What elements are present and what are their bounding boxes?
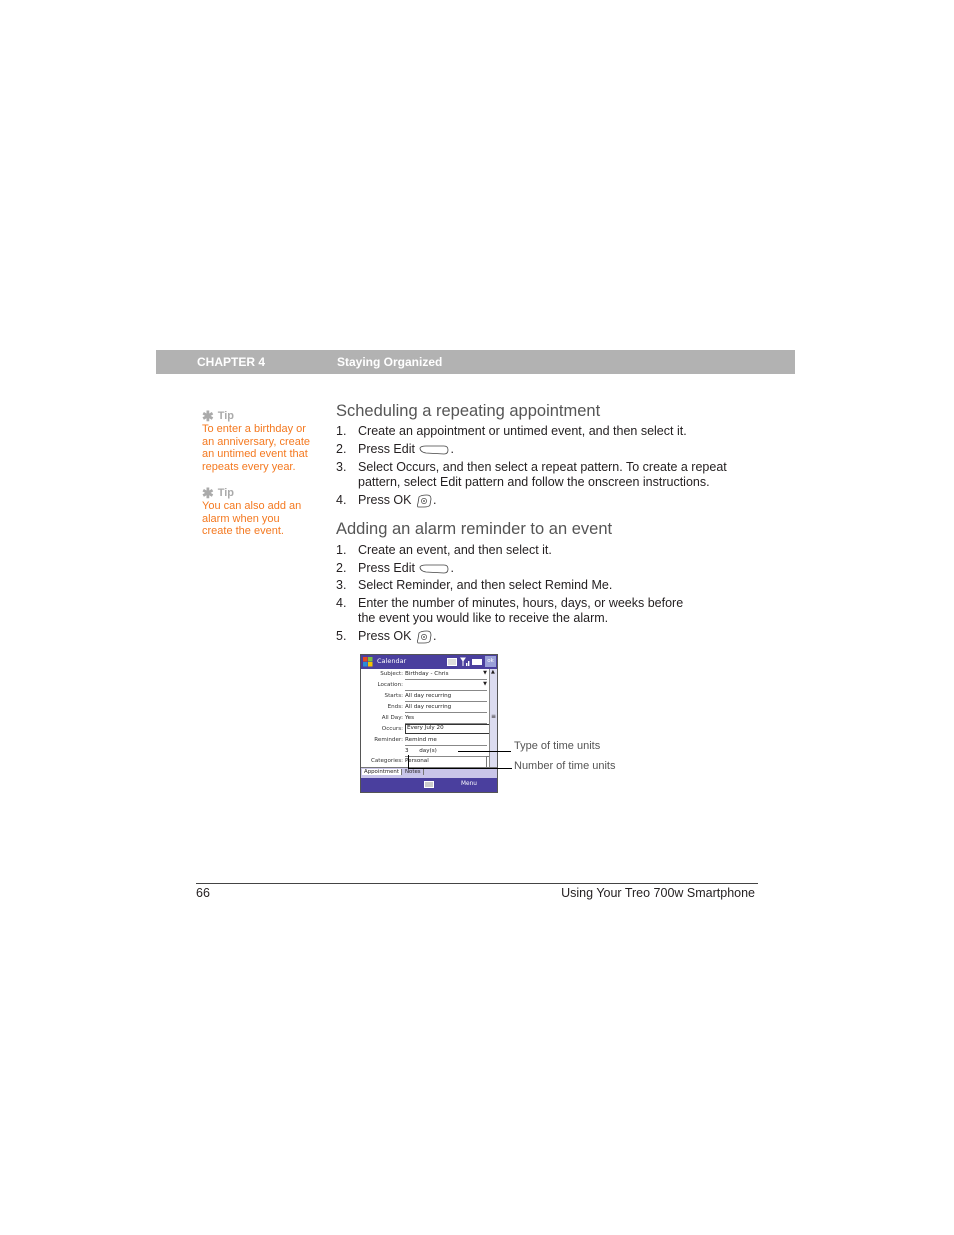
field-label: Starts: bbox=[384, 693, 403, 699]
step-text: Press Edit bbox=[358, 442, 415, 456]
field-value[interactable]: All day recurring bbox=[405, 693, 487, 699]
step-suffix: . bbox=[432, 629, 437, 643]
step-text: Select Reminder, and then select Remind … bbox=[358, 578, 613, 592]
step-suffix: . bbox=[432, 493, 437, 507]
chapter-header-bar: CHAPTER 4 Staying Organized bbox=[156, 350, 795, 374]
tip-line: create the event. bbox=[202, 525, 284, 538]
tab-notes[interactable]: Notes bbox=[403, 769, 424, 775]
menu-button[interactable]: Menu bbox=[461, 781, 477, 787]
field-value[interactable]: All day recurring bbox=[405, 704, 487, 710]
callout-line-type bbox=[458, 751, 511, 752]
section-heading-repeating: Scheduling a repeating appointment bbox=[336, 402, 601, 420]
callout-line-number-vertical bbox=[408, 755, 409, 769]
step-number: 1. bbox=[336, 543, 347, 557]
field-label: Subject: bbox=[380, 671, 403, 677]
field-location[interactable]: Location: ▼ bbox=[361, 680, 489, 691]
step-number: 1. bbox=[336, 424, 347, 438]
callout-line-number bbox=[408, 768, 512, 769]
step-number: 2. bbox=[336, 561, 347, 575]
step-text: Press OK bbox=[358, 629, 412, 643]
asterisk-icon: ✱ bbox=[202, 408, 214, 424]
field-label: Location: bbox=[377, 682, 403, 688]
device-app-title: Calendar bbox=[377, 657, 407, 665]
field-value[interactable]: Personal bbox=[405, 758, 487, 764]
calendar-device-screenshot: Calendar ok Subject: Birthday - Chris ▼ Lo… bbox=[360, 654, 498, 793]
dropdown-arrow-icon[interactable]: ▼ bbox=[483, 681, 487, 687]
keyboard-icon[interactable] bbox=[424, 781, 434, 788]
tab-appointment[interactable]: Appointment bbox=[362, 769, 402, 775]
tip-alarm: ✱ Tip You can also add an alarm when you … bbox=[202, 486, 320, 538]
field-value[interactable]: Every July 20 bbox=[405, 724, 490, 734]
step-suffix: . bbox=[450, 561, 454, 575]
asterisk-icon: ✱ bbox=[202, 485, 214, 501]
tip-line: To enter a birthday or bbox=[202, 423, 306, 435]
step-text: pattern, select Edit pattern and follow … bbox=[358, 475, 710, 489]
footer-divider bbox=[196, 883, 758, 884]
step-text: Press Edit bbox=[358, 561, 415, 575]
edit-key-icon bbox=[420, 445, 449, 455]
field-label: Reminder: bbox=[374, 737, 403, 743]
step-number: 5. bbox=[336, 629, 347, 643]
tip-text: To enter a birthday or an anniversary, c… bbox=[202, 423, 320, 473]
field-reminder[interactable]: Reminder: Remind me bbox=[361, 735, 489, 746]
tip-line: an untimed event that bbox=[202, 448, 308, 461]
dropdown-arrow-icon[interactable]: ▼ bbox=[483, 670, 487, 676]
scroll-up-icon[interactable]: ▲ bbox=[491, 669, 495, 675]
field-all-day[interactable]: All Day: Yes bbox=[361, 713, 489, 724]
ok-button[interactable]: ok bbox=[485, 656, 496, 667]
step-text: Enter the number of minutes, hours, days… bbox=[358, 596, 684, 610]
tip-text: You can also add an alarm when you creat… bbox=[202, 500, 320, 538]
field-ends[interactable]: Ends: All day recurring bbox=[361, 702, 489, 713]
signal-icon bbox=[460, 657, 470, 666]
step-text: Select Occurs, and then select a repeat … bbox=[358, 460, 727, 474]
field-occurs[interactable]: Occurs: Every July 20 bbox=[361, 724, 490, 735]
page-number: 66 bbox=[196, 886, 210, 900]
field-label: All Day: bbox=[381, 715, 403, 721]
tip-line: an anniversary, create bbox=[202, 435, 311, 448]
edit-key-icon bbox=[420, 564, 449, 574]
field-label: Ends: bbox=[387, 704, 403, 710]
tip-line: You can also add an bbox=[202, 500, 302, 512]
chapter-label: CHAPTER 4 bbox=[197, 355, 266, 369]
device-title-bar: Calendar ok bbox=[361, 655, 497, 669]
step-number: 4. bbox=[336, 493, 347, 507]
step-suffix: . bbox=[450, 442, 454, 456]
tip-heading: Tip bbox=[217, 487, 235, 499]
book-title: Using Your Treo 700w Smartphone bbox=[561, 886, 755, 900]
tip-line: alarm when you bbox=[202, 512, 280, 525]
battery-icon bbox=[472, 659, 482, 665]
step-number: 2. bbox=[336, 442, 347, 456]
tip-birthday: ✱ Tip To enter a birthday or an anniversa… bbox=[202, 409, 320, 473]
section-heading-alarm: Adding an alarm reminder to an event bbox=[336, 520, 613, 538]
windows-start-icon[interactable] bbox=[363, 657, 373, 667]
field-label: Occurs: bbox=[381, 726, 403, 732]
tip-line: repeats every year. bbox=[202, 460, 296, 473]
ok-key-icon bbox=[417, 630, 432, 644]
step-number: 3. bbox=[336, 460, 347, 474]
field-starts[interactable]: Starts: All day recurring bbox=[361, 691, 489, 702]
step-text: Press OK bbox=[358, 493, 412, 507]
device-menu-bar: Menu bbox=[361, 778, 497, 792]
chapter-title: Staying Organized bbox=[337, 355, 443, 369]
tip-heading: Tip bbox=[217, 410, 235, 422]
field-value[interactable]: Yes bbox=[405, 715, 487, 721]
callout-type-of-time-units: Type of time units bbox=[514, 740, 601, 752]
field-value[interactable]: Remind me bbox=[405, 737, 487, 743]
callout-number-of-time-units: Number of time units bbox=[514, 760, 616, 772]
phone-status-icon bbox=[447, 658, 457, 666]
field-value[interactable]: Birthday - Chris bbox=[405, 671, 487, 677]
ok-key-icon bbox=[417, 494, 432, 508]
step-text: the event you would like to receive the … bbox=[358, 611, 609, 625]
device-scrollbar[interactable]: ▲ ≡ bbox=[489, 669, 497, 767]
step-text: Create an event, and then select it. bbox=[358, 543, 552, 557]
scroll-thumb-icon[interactable]: ≡ bbox=[491, 713, 496, 720]
field-label: Categories: bbox=[370, 758, 403, 764]
step-number: 4. bbox=[336, 596, 347, 610]
field-subject[interactable]: Subject: Birthday - Chris ▼ bbox=[361, 669, 489, 680]
field-categories[interactable]: Categories:Personal▼ bbox=[361, 756, 496, 768]
step-text: Create an appointment or untimed event, … bbox=[358, 424, 687, 438]
step-number: 3. bbox=[336, 578, 347, 592]
